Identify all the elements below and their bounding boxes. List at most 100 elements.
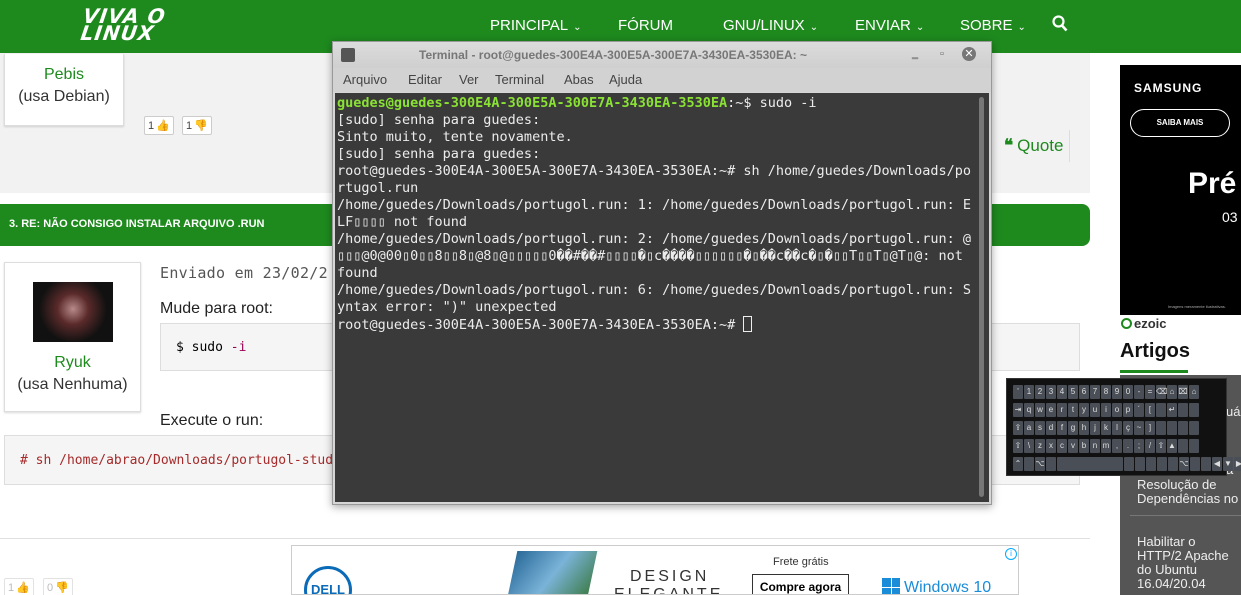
avatar[interactable] xyxy=(32,282,113,342)
search-icon[interactable] xyxy=(1052,15,1068,33)
keyboard-key[interactable] xyxy=(1146,457,1156,471)
keyboard-key[interactable]: c xyxy=(1057,439,1067,453)
samsung-cta-button[interactable]: SAIBA MAIS xyxy=(1130,109,1230,137)
article-link[interactable]: Resolução de Dependências no xyxy=(1137,478,1241,506)
keyboard-key[interactable]: 9 xyxy=(1112,385,1122,399)
keyboard-key[interactable]: u xyxy=(1090,403,1100,417)
keyboard-key[interactable]: f xyxy=(1057,421,1067,435)
keyboard-key[interactable]: ⌂ xyxy=(1167,385,1177,399)
keyboard-key[interactable] xyxy=(1168,457,1178,471)
dell-banner-ad[interactable]: DELL DESIGN ELEGANTE Frete grátis Compre… xyxy=(291,545,1019,595)
keyboard-key[interactable]: ⌧ xyxy=(1178,385,1188,399)
menu-ver[interactable]: Ver xyxy=(459,72,479,87)
keyboard-key[interactable]: , xyxy=(1112,439,1122,453)
keyboard-key[interactable]: a xyxy=(1024,421,1034,435)
keyboard-key[interactable]: d xyxy=(1046,421,1056,435)
keyboard-key[interactable]: ⇥ xyxy=(1013,403,1023,417)
keyboard-key[interactable]: 6 xyxy=(1079,385,1089,399)
keyboard-key[interactable]: = xyxy=(1145,385,1155,399)
close-icon[interactable]: ✕ xyxy=(962,47,976,61)
keyboard-key[interactable]: 1 xyxy=(1024,385,1034,399)
keyboard-key[interactable] xyxy=(1156,421,1166,435)
keyboard-key[interactable] xyxy=(1178,439,1188,453)
keyboard-key[interactable] xyxy=(1190,457,1200,471)
maximize-icon[interactable]: ▫ xyxy=(935,47,949,61)
keyboard-key[interactable]: [ xyxy=(1145,403,1155,417)
keyboard-key[interactable]: ⌃ xyxy=(1013,457,1023,471)
keyboard-key[interactable]: p xyxy=(1123,403,1133,417)
menu-abas[interactable]: Abas xyxy=(564,72,594,87)
samsung-ad[interactable]: SAMSUNG SAIBA MAIS Pré 03 Imagens merame… xyxy=(1120,65,1241,315)
keyboard-key[interactable] xyxy=(1178,403,1188,417)
keyboard-key[interactable]: n xyxy=(1090,439,1100,453)
keyboard-key[interactable]: b xyxy=(1079,439,1089,453)
keyboard-key[interactable]: i xyxy=(1101,403,1111,417)
on-screen-keyboard[interactable]: ' 1 2 3 4 5 6 7 8 9 0- = ⌫ ⌂ ⌧ ⌂ ⇥ q w e r t y u i o p ´[↵ ⇪ a s d f g h… xyxy=(1006,378,1241,476)
dislike-button[interactable]: 0 👎 xyxy=(43,578,73,595)
username-link[interactable]: Ryuk xyxy=(5,354,140,372)
keyboard-key[interactable] xyxy=(1156,403,1166,417)
keyboard-key[interactable] xyxy=(1189,403,1199,417)
keyboard-key[interactable] xyxy=(1135,457,1145,471)
keyboard-key[interactable]: o xyxy=(1112,403,1122,417)
keyboard-key[interactable]: \ xyxy=(1024,439,1034,453)
keyboard-key[interactable]: ▼ xyxy=(1223,457,1233,471)
keyboard-key[interactable]: 8 xyxy=(1101,385,1111,399)
keyboard-key[interactable]: s xyxy=(1035,421,1045,435)
terminal-app-icon[interactable] xyxy=(341,48,355,62)
article-link[interactable]: Habilitar o HTTP/2 Apache do Ubuntu 16.0… xyxy=(1137,535,1241,591)
minimize-icon[interactable]: ‗ xyxy=(908,47,922,61)
terminal-output[interactable]: guedes@guedes-300E4A-300E5A-300E7A-3430E… xyxy=(337,95,977,334)
keyboard-key[interactable]: ◀ xyxy=(1212,457,1222,471)
keyboard-key[interactable]: z xyxy=(1035,439,1045,453)
keyboard-key[interactable]: 3 xyxy=(1046,385,1056,399)
keyboard-key[interactable]: x xyxy=(1046,439,1056,453)
keyboard-key[interactable]: ; xyxy=(1134,439,1144,453)
ad-info-icon[interactable]: i xyxy=(1005,548,1017,560)
keyboard-key[interactable] xyxy=(1189,439,1199,453)
keyboard-key[interactable]: ⌥ xyxy=(1179,457,1189,471)
menu-editar[interactable]: Editar xyxy=(408,72,442,87)
keyboard-spacebar[interactable] xyxy=(1057,457,1123,471)
quote-button[interactable]: ❝ Quote xyxy=(998,130,1071,162)
like-button[interactable]: 1 👍 xyxy=(144,116,174,135)
username-link[interactable]: Pebis xyxy=(5,66,123,84)
keyboard-key[interactable]: 5 xyxy=(1068,385,1078,399)
keyboard-key[interactable]: l xyxy=(1112,421,1122,435)
keyboard-key[interactable]: 2 xyxy=(1035,385,1045,399)
keyboard-key[interactable] xyxy=(1201,457,1211,471)
keyboard-key[interactable]: . xyxy=(1123,439,1133,453)
menu-ajuda[interactable]: Ajuda xyxy=(609,72,642,87)
keyboard-key[interactable]: ' xyxy=(1013,385,1023,399)
article-link-partial[interactable]: uál xyxy=(1226,405,1241,419)
keyboard-key[interactable]: t xyxy=(1068,403,1078,417)
keyboard-key[interactable]: ⌫ xyxy=(1156,385,1167,399)
site-logo[interactable]: VIVA O LINUX xyxy=(79,4,167,45)
keyboard-key[interactable] xyxy=(1178,421,1188,435)
keyboard-key[interactable]: ⌥ xyxy=(1035,457,1045,471)
keyboard-key[interactable]: - xyxy=(1134,385,1144,399)
keyboard-key[interactable]: k xyxy=(1101,421,1111,435)
keyboard-key[interactable]: ⇧ xyxy=(1156,439,1166,453)
keyboard-key[interactable]: 0 xyxy=(1123,385,1133,399)
keyboard-key[interactable]: ⇪ xyxy=(1013,421,1023,435)
reply-title[interactable]: 3. RE: NÃO CONSIGO INSTALAR ARQUIVO .RUN xyxy=(9,218,264,230)
terminal-body[interactable]: guedes@guedes-300E4A-300E5A-300E7A-3430E… xyxy=(335,93,989,502)
keyboard-key[interactable] xyxy=(1157,457,1167,471)
terminal-window[interactable]: Terminal - root@guedes-300E4A-300E5A-300… xyxy=(332,41,992,505)
keyboard-key[interactable]: y xyxy=(1079,403,1089,417)
terminal-scrollbar[interactable] xyxy=(979,97,984,497)
nav-enviar[interactable]: ENVIAR ⌄ xyxy=(855,17,924,34)
keyboard-key[interactable]: ç xyxy=(1123,421,1133,435)
keyboard-key[interactable]: ▲ xyxy=(1167,439,1177,453)
keyboard-key[interactable] xyxy=(1046,457,1056,471)
dislike-button[interactable]: 1 👎 xyxy=(182,116,212,135)
keyboard-key[interactable]: ⇧ xyxy=(1013,439,1023,453)
keyboard-key[interactable] xyxy=(1124,457,1134,471)
nav-sobre[interactable]: SOBRE ⌄ xyxy=(960,17,1026,34)
keyboard-key[interactable]: ⌂ xyxy=(1189,385,1199,399)
ad-buy-button[interactable]: Compre agora xyxy=(752,574,849,594)
keyboard-key[interactable]: w xyxy=(1035,403,1045,417)
keyboard-key[interactable]: g xyxy=(1068,421,1078,435)
keyboard-key[interactable]: ~ xyxy=(1134,421,1144,435)
